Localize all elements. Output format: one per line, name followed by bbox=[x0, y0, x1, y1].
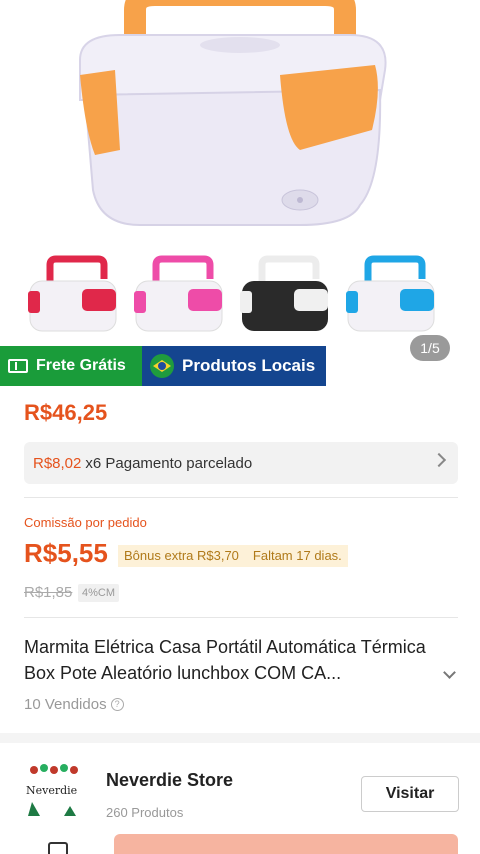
commission-old-value: R$1,85 bbox=[24, 584, 73, 601]
bonus-banner: Bônus extra R$3,70 Faltam 17 dias. bbox=[118, 545, 348, 567]
divider bbox=[24, 617, 458, 618]
sold-count-text: 10 Vendidos bbox=[24, 696, 107, 713]
chevron-right-icon bbox=[431, 452, 447, 468]
thumbnail-pink[interactable] bbox=[130, 255, 228, 340]
commission-value: R$5,55 bbox=[24, 538, 108, 568]
ticket-icon bbox=[8, 359, 28, 373]
thumbnail-blue[interactable] bbox=[342, 255, 440, 340]
installment-amount: R$8,02 bbox=[33, 454, 82, 472]
product-price: R$46,25 bbox=[24, 400, 108, 425]
brazil-flag-icon bbox=[150, 354, 174, 378]
installment-text: x6 Pagamento parcelado bbox=[85, 454, 253, 472]
divider bbox=[24, 497, 458, 498]
local-products-badge: Produtos Locais bbox=[142, 346, 326, 386]
bonus-text: Bônus extra R$3,70 bbox=[124, 548, 239, 563]
commission-percent-tag: 4%CM bbox=[78, 584, 120, 602]
product-gallery[interactable]: 1/5 Frete Grátis Produtos Locais bbox=[0, 0, 480, 386]
thumbnail-strip bbox=[24, 255, 444, 340]
free-shipping-badge: Frete Grátis bbox=[0, 346, 142, 386]
store-logo-text: Neverdie bbox=[26, 784, 77, 797]
thumbnail-black[interactable] bbox=[236, 255, 334, 340]
installment-row[interactable]: R$8,02 x6 Pagamento parcelado bbox=[24, 442, 458, 484]
sold-count: 10 Vendidos ? bbox=[24, 696, 124, 713]
gallery-pager: 1/5 bbox=[410, 335, 450, 361]
store-product-count: 260 Produtos bbox=[106, 805, 184, 820]
commission-label: Comissão por pedido bbox=[24, 515, 147, 530]
chevron-down-icon[interactable] bbox=[443, 666, 456, 679]
section-separator bbox=[0, 733, 480, 743]
bonus-remaining: Faltam 17 dias. bbox=[252, 548, 342, 563]
thumbnail-red[interactable] bbox=[24, 255, 122, 340]
free-shipping-label: Frete Grátis bbox=[36, 357, 126, 374]
product-main-image[interactable] bbox=[60, 0, 400, 240]
store-name[interactable]: Neverdie Store bbox=[106, 770, 233, 791]
badge-row: Frete Grátis Produtos Locais bbox=[0, 346, 326, 386]
local-products-label: Produtos Locais bbox=[182, 356, 316, 375]
store-icon[interactable] bbox=[48, 842, 68, 854]
visit-store-button[interactable]: Visitar bbox=[361, 776, 459, 812]
store-logo[interactable]: Neverdie bbox=[24, 762, 84, 822]
product-title[interactable]: Marmita Elétrica Casa Portátil Automátic… bbox=[24, 634, 444, 686]
primary-action-button[interactable] bbox=[114, 834, 458, 854]
info-icon[interactable]: ? bbox=[110, 698, 124, 711]
